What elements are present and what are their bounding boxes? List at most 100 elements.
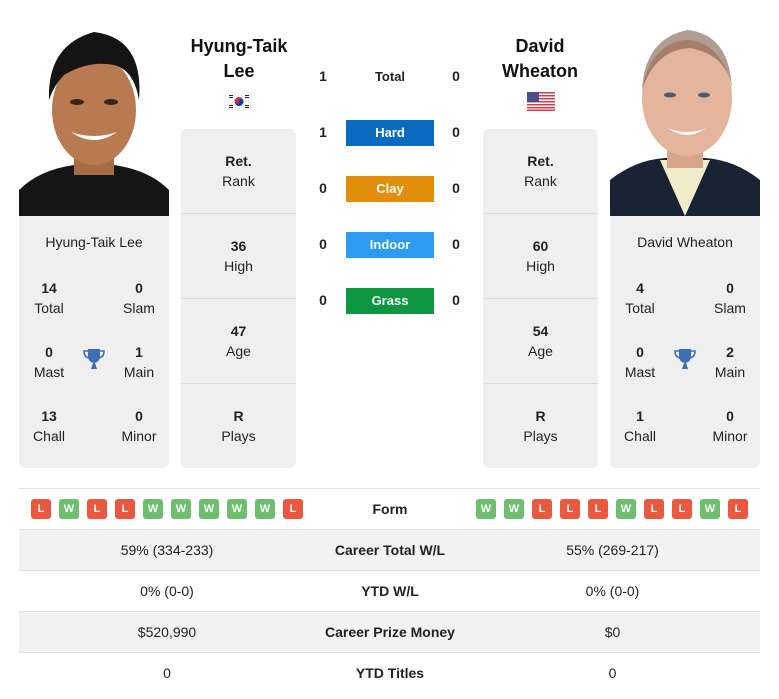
usa-flag-icon <box>527 92 555 111</box>
titles-minor: 0 Minor <box>109 406 169 446</box>
titles-minor: 0 Minor <box>700 406 760 446</box>
prize-money-left: $520,990 <box>137 624 197 640</box>
ytd-wl-right: 0% (0-0) <box>585 583 640 599</box>
form-loss-badge[interactable]: L <box>728 499 748 519</box>
form-loss-badge[interactable]: L <box>672 499 692 519</box>
ytd-titles-left: 0 <box>163 665 171 681</box>
form-loss-badge[interactable]: L <box>644 499 664 519</box>
form-win-badge[interactable]: W <box>199 499 219 519</box>
form-win-badge[interactable]: W <box>59 499 79 519</box>
titles-total-value: 4 <box>636 280 644 296</box>
trophy-icon <box>83 349 105 369</box>
info-high-label: High <box>526 258 555 274</box>
ytd-titles-label: YTD Titles <box>355 665 425 681</box>
form-loss-badge[interactable]: L <box>283 499 303 519</box>
player-right-name-line2: Wheaton <box>502 61 578 81</box>
info-high: 60 High <box>483 213 598 298</box>
player-right-card-name[interactable]: David Wheaton <box>610 234 760 250</box>
titles-main: 2 Main <box>700 342 760 382</box>
info-high-value: 36 <box>230 238 247 254</box>
ytd-wl-left: 0% (0-0) <box>140 583 194 599</box>
h2h-grass-left: 0 <box>319 292 327 308</box>
titles-chall: 13 Chall <box>19 406 79 446</box>
career-wl-right: 55% (269-217) <box>566 542 659 558</box>
info-age: 47 Age <box>181 298 296 383</box>
player-left-name[interactable]: Hyung-Taik Lee <box>174 34 304 84</box>
titles-total: 14 Total <box>19 278 79 318</box>
info-high-value: 60 <box>532 238 549 254</box>
form-win-badge[interactable]: W <box>227 499 247 519</box>
player-right-portrait <box>610 20 760 216</box>
titles-minor-label: Minor <box>712 428 748 444</box>
player-right-titles-card: David Wheaton 4 Total 0 Slam 0 Mast 2 Ma… <box>610 216 760 468</box>
form-win-badge[interactable]: W <box>700 499 720 519</box>
info-high-label: High <box>224 258 253 274</box>
h2h-hard-left: 1 <box>319 124 327 140</box>
player-left-name-line1: Hyung-Taik <box>190 36 288 56</box>
player-left-info-card: Ret. Rank 36 High 47 Age R Plays <box>181 129 296 468</box>
info-rank: Ret. Rank <box>181 129 296 214</box>
h2h-indoor-row: 0 Indoor 0 <box>310 232 470 258</box>
form-loss-badge[interactable]: L <box>87 499 107 519</box>
titles-mast-value: 0 <box>636 344 644 360</box>
player-left-portrait <box>19 20 169 216</box>
form-loss-badge[interactable]: L <box>532 499 552 519</box>
ytd-titles-right: 0 <box>608 665 617 681</box>
table-row: 0% (0-0) YTD W/L 0% (0-0) <box>19 571 760 612</box>
titles-chall-value: 13 <box>41 408 57 424</box>
player-right-name[interactable]: David Wheaton <box>475 34 605 84</box>
form-win-badge[interactable]: W <box>171 499 191 519</box>
info-plays-label: Plays <box>221 428 256 444</box>
titles-minor-value: 0 <box>726 408 734 424</box>
titles-mast-label: Mast <box>624 364 656 380</box>
surface-hard-badge[interactable]: Hard <box>346 120 434 146</box>
form-label: Form <box>372 501 408 517</box>
form-win-badge[interactable]: W <box>255 499 275 519</box>
titles-mast: 0 Mast <box>19 342 79 382</box>
h2h-clay-right: 0 <box>452 180 460 196</box>
table-row: $520,990 Career Prize Money $0 <box>19 612 760 653</box>
form-win-badge[interactable]: W <box>504 499 524 519</box>
surface-grass-badge[interactable]: Grass <box>346 288 434 314</box>
surface-clay-badge[interactable]: Clay <box>346 176 434 202</box>
titles-mast-value: 0 <box>45 344 53 360</box>
form-loss-badge[interactable]: L <box>31 499 51 519</box>
form-win-badge[interactable]: W <box>143 499 163 519</box>
prize-money-label: Career Prize Money <box>325 624 455 640</box>
info-plays-value: R <box>535 408 546 424</box>
titles-main-value: 1 <box>135 344 143 360</box>
info-plays-value: R <box>233 408 244 424</box>
info-plays: R Plays <box>483 383 598 468</box>
form-loss-badge[interactable]: L <box>115 499 135 519</box>
info-rank-value: Ret. <box>225 153 252 169</box>
titles-chall-label: Chall <box>624 428 656 444</box>
titles-minor-value: 0 <box>135 408 143 424</box>
h2h-clay-row: 0 Clay 0 <box>310 176 470 202</box>
player-left-titles-card: Hyung-Taik Lee 14 Total 0 Slam 0 Mast 1 … <box>19 216 169 468</box>
player-right-form: WWLLLWLLWL <box>476 499 748 519</box>
player-right-photo <box>610 20 760 216</box>
form-win-badge[interactable]: W <box>476 499 496 519</box>
titles-chall: 1 Chall <box>610 406 670 446</box>
prize-money-right: $0 <box>604 624 621 640</box>
surface-indoor-badge[interactable]: Indoor <box>346 232 434 258</box>
titles-main-label: Main <box>714 364 746 380</box>
form-loss-badge[interactable]: L <box>588 499 608 519</box>
h2h-total-right: 0 <box>452 68 460 84</box>
h2h-hard-row: 1 Hard 0 <box>310 120 470 146</box>
form-loss-badge[interactable]: L <box>560 499 580 519</box>
titles-minor-label: Minor <box>121 428 157 444</box>
titles-chall-label: Chall <box>33 428 65 444</box>
career-wl-left: 59% (334-233) <box>120 542 214 558</box>
ytd-wl-label: YTD W/L <box>361 583 419 599</box>
player-left-card-name[interactable]: Hyung-Taik Lee <box>19 234 169 250</box>
titles-chall-value: 1 <box>636 408 644 424</box>
titles-slam-value: 0 <box>135 280 143 296</box>
titles-total-label: Total <box>34 300 64 316</box>
form-win-badge[interactable]: W <box>616 499 636 519</box>
titles-main-label: Main <box>123 364 155 380</box>
titles-slam-value: 0 <box>726 280 734 296</box>
titles-main: 1 Main <box>109 342 169 382</box>
player-right-info-card: Ret. Rank 60 High 54 Age R Plays <box>483 129 598 468</box>
h2h-total-row: 1 Total 0 <box>310 64 470 90</box>
